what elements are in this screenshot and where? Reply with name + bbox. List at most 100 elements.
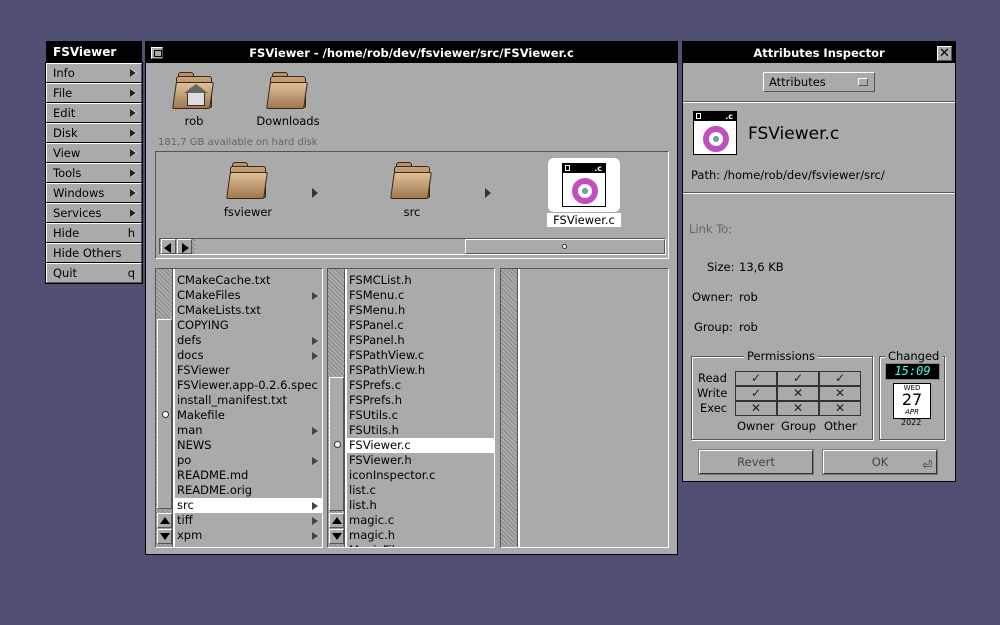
list-item[interactable]: FSPanel.c bbox=[347, 318, 494, 333]
list-item[interactable]: FSMCList.h bbox=[347, 273, 494, 288]
shelf-item-downloads[interactable]: Downloads bbox=[248, 70, 328, 128]
scroll-up-button[interactable] bbox=[329, 513, 344, 528]
chevron-right-icon bbox=[312, 292, 318, 300]
list-item[interactable]: FSPanel.h bbox=[347, 333, 494, 348]
list-item[interactable]: FSViewer.app-0.2.6.spec bbox=[175, 378, 322, 393]
scroll-down-button[interactable] bbox=[329, 529, 344, 544]
list-item[interactable]: FSPathView.c bbox=[347, 348, 494, 363]
column-browser: CMakeCache.txt CMakeFiles CMakeLists.txt CO… bbox=[155, 268, 669, 548]
menu-item-quit[interactable]: Quit q bbox=[45, 262, 143, 284]
path-item-src[interactable]: src bbox=[372, 160, 452, 219]
list-item[interactable]: tiff bbox=[175, 513, 322, 528]
list-item-label: FSViewer.app-0.2.6.spec bbox=[177, 378, 318, 392]
permission-toggle-exec-group[interactable]: ✕ bbox=[777, 401, 819, 416]
column-1-scrollbar[interactable] bbox=[156, 269, 173, 547]
inspector-titlebar[interactable]: Attributes Inspector ✕ bbox=[683, 42, 955, 63]
list-item[interactable]: man bbox=[175, 423, 322, 438]
path-item-fsviewer[interactable]: fsviewer bbox=[208, 160, 288, 219]
menu-item-services[interactable]: Services bbox=[45, 202, 143, 224]
permission-toggle-read-other[interactable]: ✓ bbox=[819, 371, 861, 386]
menu-item-hide[interactable]: Hide h bbox=[45, 222, 143, 244]
permission-column-label: Owner bbox=[737, 419, 775, 433]
menu-item-tools[interactable]: Tools bbox=[45, 162, 143, 184]
chevron-right-icon bbox=[312, 457, 318, 465]
submenu-arrow-icon bbox=[130, 209, 136, 217]
list-item[interactable]: po bbox=[175, 453, 322, 468]
list-item-label: iconInspector.c bbox=[349, 468, 436, 482]
menu-title[interactable]: FSViewer bbox=[46, 41, 142, 63]
close-icon[interactable]: ✕ bbox=[937, 46, 952, 61]
list-item[interactable]: NEWS bbox=[175, 438, 322, 453]
scroll-left-button[interactable] bbox=[161, 239, 176, 254]
list-item[interactable]: FSUtils.c bbox=[347, 408, 494, 423]
list-item[interactable]: COPYING bbox=[175, 318, 322, 333]
menu-item-info[interactable]: Info bbox=[45, 62, 143, 84]
browser-column-3 bbox=[500, 268, 669, 548]
permission-toggle-read-owner[interactable]: ✓ bbox=[735, 371, 777, 386]
list-item[interactable]: FSUtils.h bbox=[347, 423, 494, 438]
column-2-scroll-knob[interactable] bbox=[329, 377, 344, 511]
menu-item-label: Tools bbox=[53, 166, 82, 180]
list-item[interactable]: defs bbox=[175, 333, 322, 348]
list-item[interactable]: list.h bbox=[347, 498, 494, 513]
permission-toggle-write-owner[interactable]: ✓ bbox=[735, 386, 777, 401]
miniaturize-button[interactable] bbox=[151, 47, 163, 59]
list-item[interactable]: install_manifest.txt bbox=[175, 393, 322, 408]
file-icon-well: .c bbox=[691, 111, 739, 159]
list-item[interactable]: MagicFile... bbox=[347, 543, 494, 547]
list-item-label: FSUtils.h bbox=[349, 423, 399, 437]
list-item[interactable]: CMakeCache.txt bbox=[175, 273, 322, 288]
shelf-item-rob[interactable]: rob bbox=[154, 70, 234, 128]
scroll-right-button[interactable] bbox=[177, 239, 192, 254]
list-item[interactable]: FSMenu.h bbox=[347, 303, 494, 318]
column-2-scrollbar[interactable] bbox=[328, 269, 345, 547]
list-item[interactable]: list.c bbox=[347, 483, 494, 498]
menu-item-view[interactable]: View bbox=[45, 142, 143, 164]
list-item[interactable]: FSPrefs.c bbox=[347, 378, 494, 393]
list-item[interactable]: README.md bbox=[175, 468, 322, 483]
menu-item-edit[interactable]: Edit bbox=[45, 102, 143, 124]
menu-item-file[interactable]: File bbox=[45, 82, 143, 104]
menu-item-disk[interactable]: Disk bbox=[45, 122, 143, 144]
list-item-label: README.md bbox=[177, 468, 249, 482]
revert-button[interactable]: Revert bbox=[698, 449, 814, 475]
list-item-label: FSPanel.c bbox=[349, 318, 404, 332]
scroll-up-button[interactable] bbox=[157, 513, 172, 528]
ok-button[interactable]: OK ⏎ bbox=[822, 449, 938, 475]
path-item-fsviewer-c[interactable]: .c FSViewer.c bbox=[544, 158, 624, 227]
permission-toggle-exec-other[interactable]: ✕ bbox=[819, 401, 861, 416]
list-item[interactable]: src bbox=[175, 498, 322, 513]
list-item[interactable]: FSViewer.c bbox=[347, 438, 494, 453]
shortcut-key: q bbox=[127, 266, 135, 280]
path-scrollbar[interactable] bbox=[159, 238, 666, 255]
list-item[interactable]: iconInspector.c bbox=[347, 468, 494, 483]
list-item[interactable]: README.orig bbox=[175, 483, 322, 498]
list-item[interactable]: xpm bbox=[175, 528, 322, 543]
list-item[interactable]: FSMenu.c bbox=[347, 288, 494, 303]
list-item[interactable]: CMakeFiles bbox=[175, 288, 322, 303]
list-item[interactable]: FSPathView.h bbox=[347, 363, 494, 378]
column-3-scrollbar[interactable] bbox=[501, 269, 518, 547]
list-item[interactable]: FSPrefs.h bbox=[347, 393, 494, 408]
list-item[interactable]: Makefile bbox=[175, 408, 322, 423]
permission-toggle-write-other[interactable]: ✕ bbox=[819, 386, 861, 401]
inspector-mode-popup[interactable]: Attributes bbox=[763, 72, 875, 92]
window-titlebar[interactable]: FSViewer - /home/rob/dev/fsviewer/src/FS… bbox=[146, 42, 677, 63]
list-item[interactable]: magic.h bbox=[347, 528, 494, 543]
owner-label: Owner: bbox=[692, 290, 734, 304]
c-source-file-icon: .c bbox=[562, 163, 606, 207]
list-item[interactable]: docs bbox=[175, 348, 322, 363]
permission-toggle-read-group[interactable]: ✓ bbox=[777, 371, 819, 386]
permission-toggle-exec-owner[interactable]: ✕ bbox=[735, 401, 777, 416]
scroll-down-button[interactable] bbox=[157, 529, 172, 544]
path-scroll-knob[interactable] bbox=[465, 239, 665, 254]
column-1-scroll-knob[interactable] bbox=[157, 319, 172, 509]
list-item-label: CMakeCache.txt bbox=[177, 273, 271, 287]
list-item[interactable]: magic.c bbox=[347, 513, 494, 528]
menu-item-windows[interactable]: Windows bbox=[45, 182, 143, 204]
list-item[interactable]: CMakeLists.txt bbox=[175, 303, 322, 318]
list-item[interactable]: FSViewer bbox=[175, 363, 322, 378]
list-item[interactable]: FSViewer.h bbox=[347, 453, 494, 468]
menu-item-hide-others[interactable]: Hide Others bbox=[45, 242, 143, 264]
permission-toggle-write-group[interactable]: ✕ bbox=[777, 386, 819, 401]
